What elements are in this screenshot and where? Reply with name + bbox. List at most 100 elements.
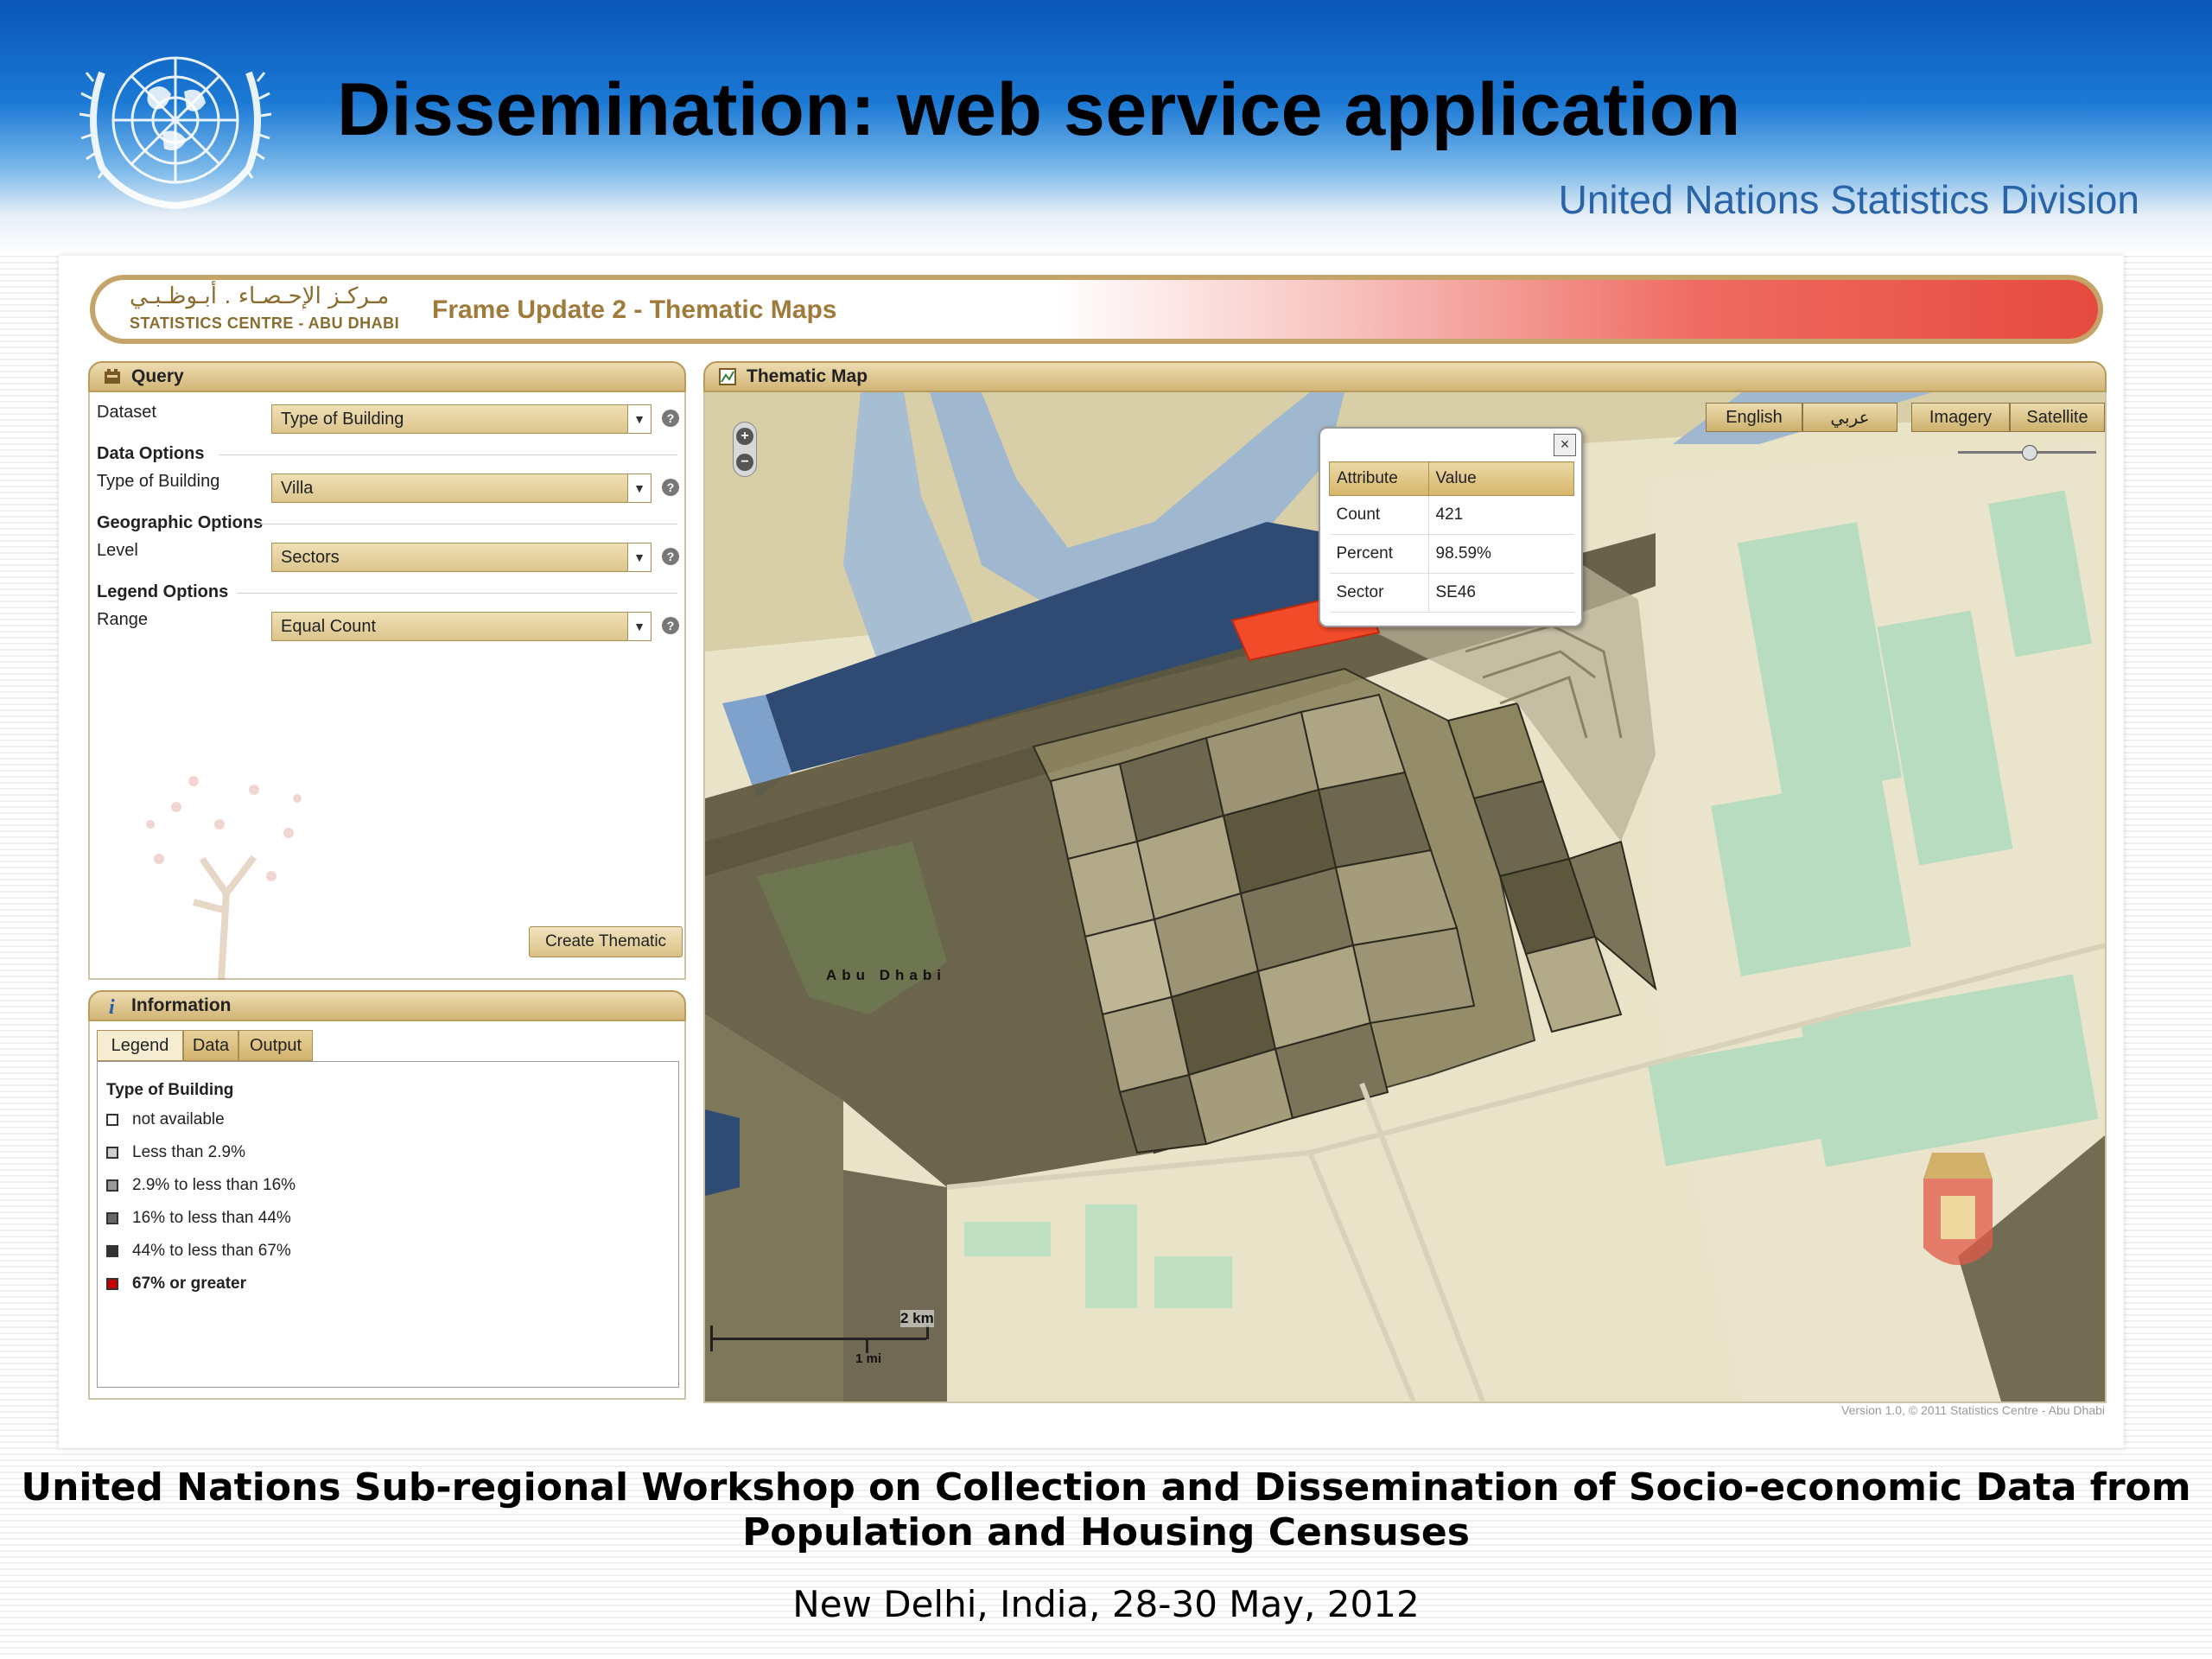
- zoom-control: + −: [733, 422, 757, 477]
- logo-arabic-text: مـركـز الإحـصـاء . أبـوظـبـي: [130, 283, 390, 309]
- tab-data[interactable]: Data: [183, 1030, 238, 1061]
- map-icon: [719, 368, 736, 385]
- query-icon: [105, 369, 120, 384]
- slide-title: Dissemination: web service application: [337, 68, 1741, 151]
- thematic-map-panel-title: Thematic Map: [747, 366, 868, 386]
- thematic-map-panel-header: Thematic Map: [703, 361, 2107, 392]
- level-label: Level: [97, 541, 138, 560]
- chevron-down-icon[interactable]: ▼: [627, 613, 651, 640]
- zoom-in-button[interactable]: +: [736, 428, 753, 445]
- app-title: Frame Update 2 - Thematic Maps: [432, 296, 837, 324]
- popup-col-value: Value: [1427, 461, 1574, 496]
- information-panel-body: Legend Data Output Type of Building not …: [88, 1021, 686, 1400]
- range-select[interactable]: Equal Count ▼: [271, 612, 652, 641]
- svg-text:i: i: [109, 996, 115, 1016]
- dataset-select[interactable]: Type of Building ▼: [271, 404, 652, 434]
- version-text: Version 1.0, © 2011 Statistics Centre - …: [1841, 1403, 2105, 1417]
- type-of-building-select-value: Villa: [281, 479, 314, 498]
- satellite-button[interactable]: Satellite: [2010, 403, 2105, 432]
- arabic-button[interactable]: عربي: [1802, 403, 1897, 432]
- geographic-options-heading: Geographic Options: [97, 513, 264, 532]
- scale-mi-label: 1 mi: [855, 1351, 882, 1366]
- data-options-heading: Data Options: [97, 444, 205, 463]
- info-popup: × Attribute Value Count 421 Percent 98.5…: [1319, 427, 1583, 627]
- legend-box: Type of Building not available Less than…: [97, 1061, 679, 1388]
- footer-title-line2: Population and Housing Censuses: [742, 1510, 1470, 1554]
- dataset-label: Dataset: [97, 403, 156, 422]
- dataset-select-value: Type of Building: [281, 410, 404, 429]
- legend-item: 16% to less than 44%: [106, 1209, 291, 1228]
- legend-swatch: [106, 1179, 118, 1192]
- tab-legend[interactable]: Legend: [97, 1030, 183, 1061]
- type-of-building-select[interactable]: Villa ▼: [271, 474, 652, 503]
- section-divider: [237, 593, 677, 594]
- popup-header-row: Attribute Value: [1329, 461, 1574, 496]
- legend-item: not available: [106, 1110, 225, 1129]
- table-row: Sector SE46: [1329, 573, 1574, 613]
- scale-tick: [710, 1325, 713, 1351]
- range-help-icon[interactable]: ?: [662, 617, 679, 634]
- legend-title: Type of Building: [106, 1081, 234, 1099]
- tab-output[interactable]: Output: [238, 1030, 313, 1061]
- chevron-down-icon[interactable]: ▼: [627, 474, 651, 502]
- footer-title: United Nations Sub-regional Workshop on …: [0, 1465, 2212, 1555]
- english-button[interactable]: English: [1706, 403, 1802, 432]
- popup-table: Attribute Value Count 421 Percent 98.59%…: [1329, 461, 1574, 613]
- slider-thumb[interactable]: [2022, 445, 2037, 461]
- opacity-slider[interactable]: [1958, 444, 2096, 461]
- information-panel: i Information Legend Data Output Type of…: [88, 990, 686, 1400]
- info-icon: i: [109, 996, 115, 1016]
- create-thematic-button[interactable]: Create Thematic: [529, 926, 683, 957]
- information-panel-header: i Information: [88, 990, 686, 1021]
- application-screenshot: مـركـز الإحـصـاء . أبـوظـبـي STATISTICS …: [59, 256, 2124, 1448]
- scale-line: [710, 1338, 926, 1340]
- range-select-value: Equal Count: [281, 617, 377, 636]
- thematic-map-panel: Thematic Map Abu Dhabi + − English عربي …: [703, 361, 2107, 1403]
- map-canvas[interactable]: Abu Dhabi + − English عربي Imagery Satel…: [703, 392, 2107, 1403]
- imagery-button[interactable]: Imagery: [1911, 403, 2010, 432]
- legend-item: 2.9% to less than 16%: [106, 1176, 296, 1195]
- legend-swatch: [106, 1146, 118, 1159]
- footer-title-line1: United Nations Sub-regional Workshop on …: [21, 1465, 2191, 1510]
- query-panel-header: Query: [88, 361, 686, 392]
- type-of-building-label: Type of Building: [97, 472, 220, 491]
- dark-water: [705, 1109, 740, 1196]
- un-emblem-icon: [79, 56, 272, 210]
- tree-watermark-icon: [146, 776, 302, 980]
- place-label: Abu Dhabi: [826, 967, 946, 983]
- popup-value: 98.59%: [1428, 534, 1574, 574]
- zoom-out-button[interactable]: −: [736, 454, 753, 471]
- legend-options-heading: Legend Options: [97, 582, 229, 601]
- legend-item: 44% to less than 67%: [106, 1242, 291, 1261]
- legend-swatch: [106, 1277, 118, 1290]
- chevron-down-icon[interactable]: ▼: [627, 405, 651, 433]
- type-of-building-help-icon[interactable]: ?: [662, 479, 679, 496]
- popup-attribute: Percent: [1329, 534, 1429, 574]
- popup-value: 421: [1428, 495, 1574, 535]
- slide-header: Dissemination: web service application U…: [0, 0, 2212, 256]
- legend-item: Less than 2.9%: [106, 1143, 245, 1162]
- query-panel-title: Query: [131, 366, 184, 386]
- legend-item: 67% or greater: [106, 1274, 246, 1294]
- level-select[interactable]: Sectors ▼: [271, 543, 652, 572]
- logo-english-text: STATISTICS CENTRE - ABU DHABI: [130, 315, 400, 332]
- level-help-icon[interactable]: ?: [662, 548, 679, 565]
- chevron-down-icon[interactable]: ▼: [627, 543, 651, 571]
- query-panel-body: Dataset Type of Building ▼ ? Data Option…: [88, 392, 686, 980]
- legend-swatch: [106, 1244, 118, 1257]
- table-row: Percent 98.59%: [1329, 534, 1574, 574]
- dataset-help-icon[interactable]: ?: [662, 410, 679, 427]
- information-panel-title: Information: [131, 995, 232, 1015]
- query-panel: Query Dataset Type of Building ▼ ? Data …: [88, 361, 686, 980]
- legend-swatch: [106, 1211, 118, 1224]
- close-icon[interactable]: ×: [1554, 434, 1576, 456]
- popup-col-attribute: Attribute: [1329, 461, 1429, 496]
- scale-km-label: 2 km: [900, 1310, 934, 1327]
- scale-bar: 2 km 1 mi: [710, 1310, 969, 1369]
- table-row: Count 421: [1329, 495, 1574, 535]
- level-select-value: Sectors: [281, 548, 340, 567]
- range-label: Range: [97, 610, 148, 629]
- popup-attribute: Count: [1329, 495, 1429, 535]
- footer-subtitle: New Delhi, India, 28-30 May, 2012: [792, 1583, 1420, 1625]
- abu-dhabi-emblem-icon: [1923, 1153, 1993, 1265]
